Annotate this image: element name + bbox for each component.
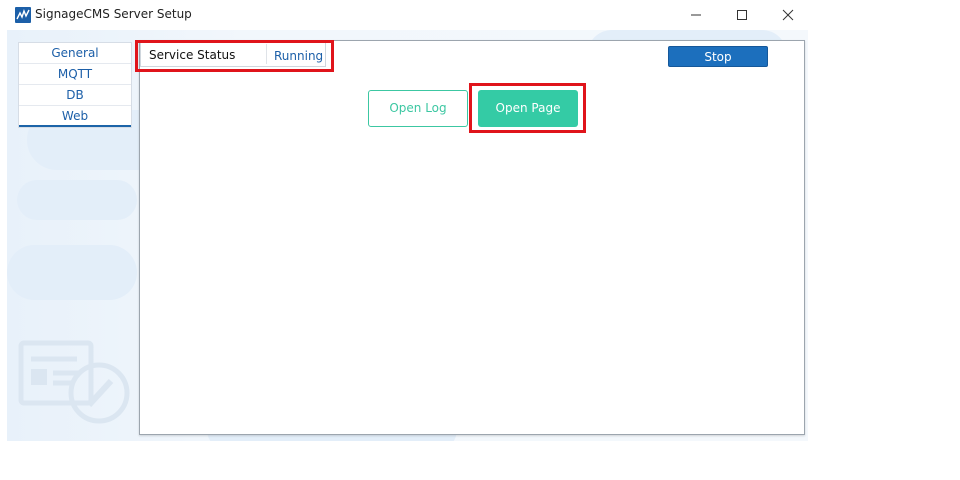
tab-db[interactable]: DB [19, 85, 131, 106]
maximize-button[interactable] [719, 0, 765, 30]
close-button[interactable] [765, 0, 808, 30]
service-status-label: Service Status [149, 48, 236, 62]
tab-mqtt[interactable]: MQTT [19, 64, 131, 85]
background-decoration [7, 245, 137, 300]
tab-general[interactable]: General [19, 43, 131, 64]
close-icon [782, 9, 794, 21]
window-title: SignageCMS Server Setup [35, 7, 192, 21]
minimize-icon [691, 14, 701, 16]
status-divider [266, 44, 267, 64]
stop-button[interactable]: Stop [668, 46, 768, 67]
service-status-field: Service Status Running [140, 41, 326, 67]
open-page-button[interactable]: Open Page [478, 90, 578, 127]
signage-app-icon [15, 7, 31, 23]
maximize-icon [737, 10, 747, 20]
settings-tabs: General MQTT DB Web [18, 42, 132, 128]
document-edit-watermark-icon [17, 337, 137, 427]
service-status-value: Running [274, 49, 324, 63]
app-window: SignageCMS Server Setup General MQTT DB [7, 0, 808, 441]
open-log-button[interactable]: Open Log [368, 90, 468, 127]
tab-web[interactable]: Web [19, 106, 131, 127]
minimize-button[interactable] [673, 0, 719, 30]
web-settings-panel: Service Status Running Stop Open Log Ope… [139, 40, 805, 435]
background-decoration [17, 180, 137, 220]
title-bar[interactable]: SignageCMS Server Setup [7, 0, 808, 30]
